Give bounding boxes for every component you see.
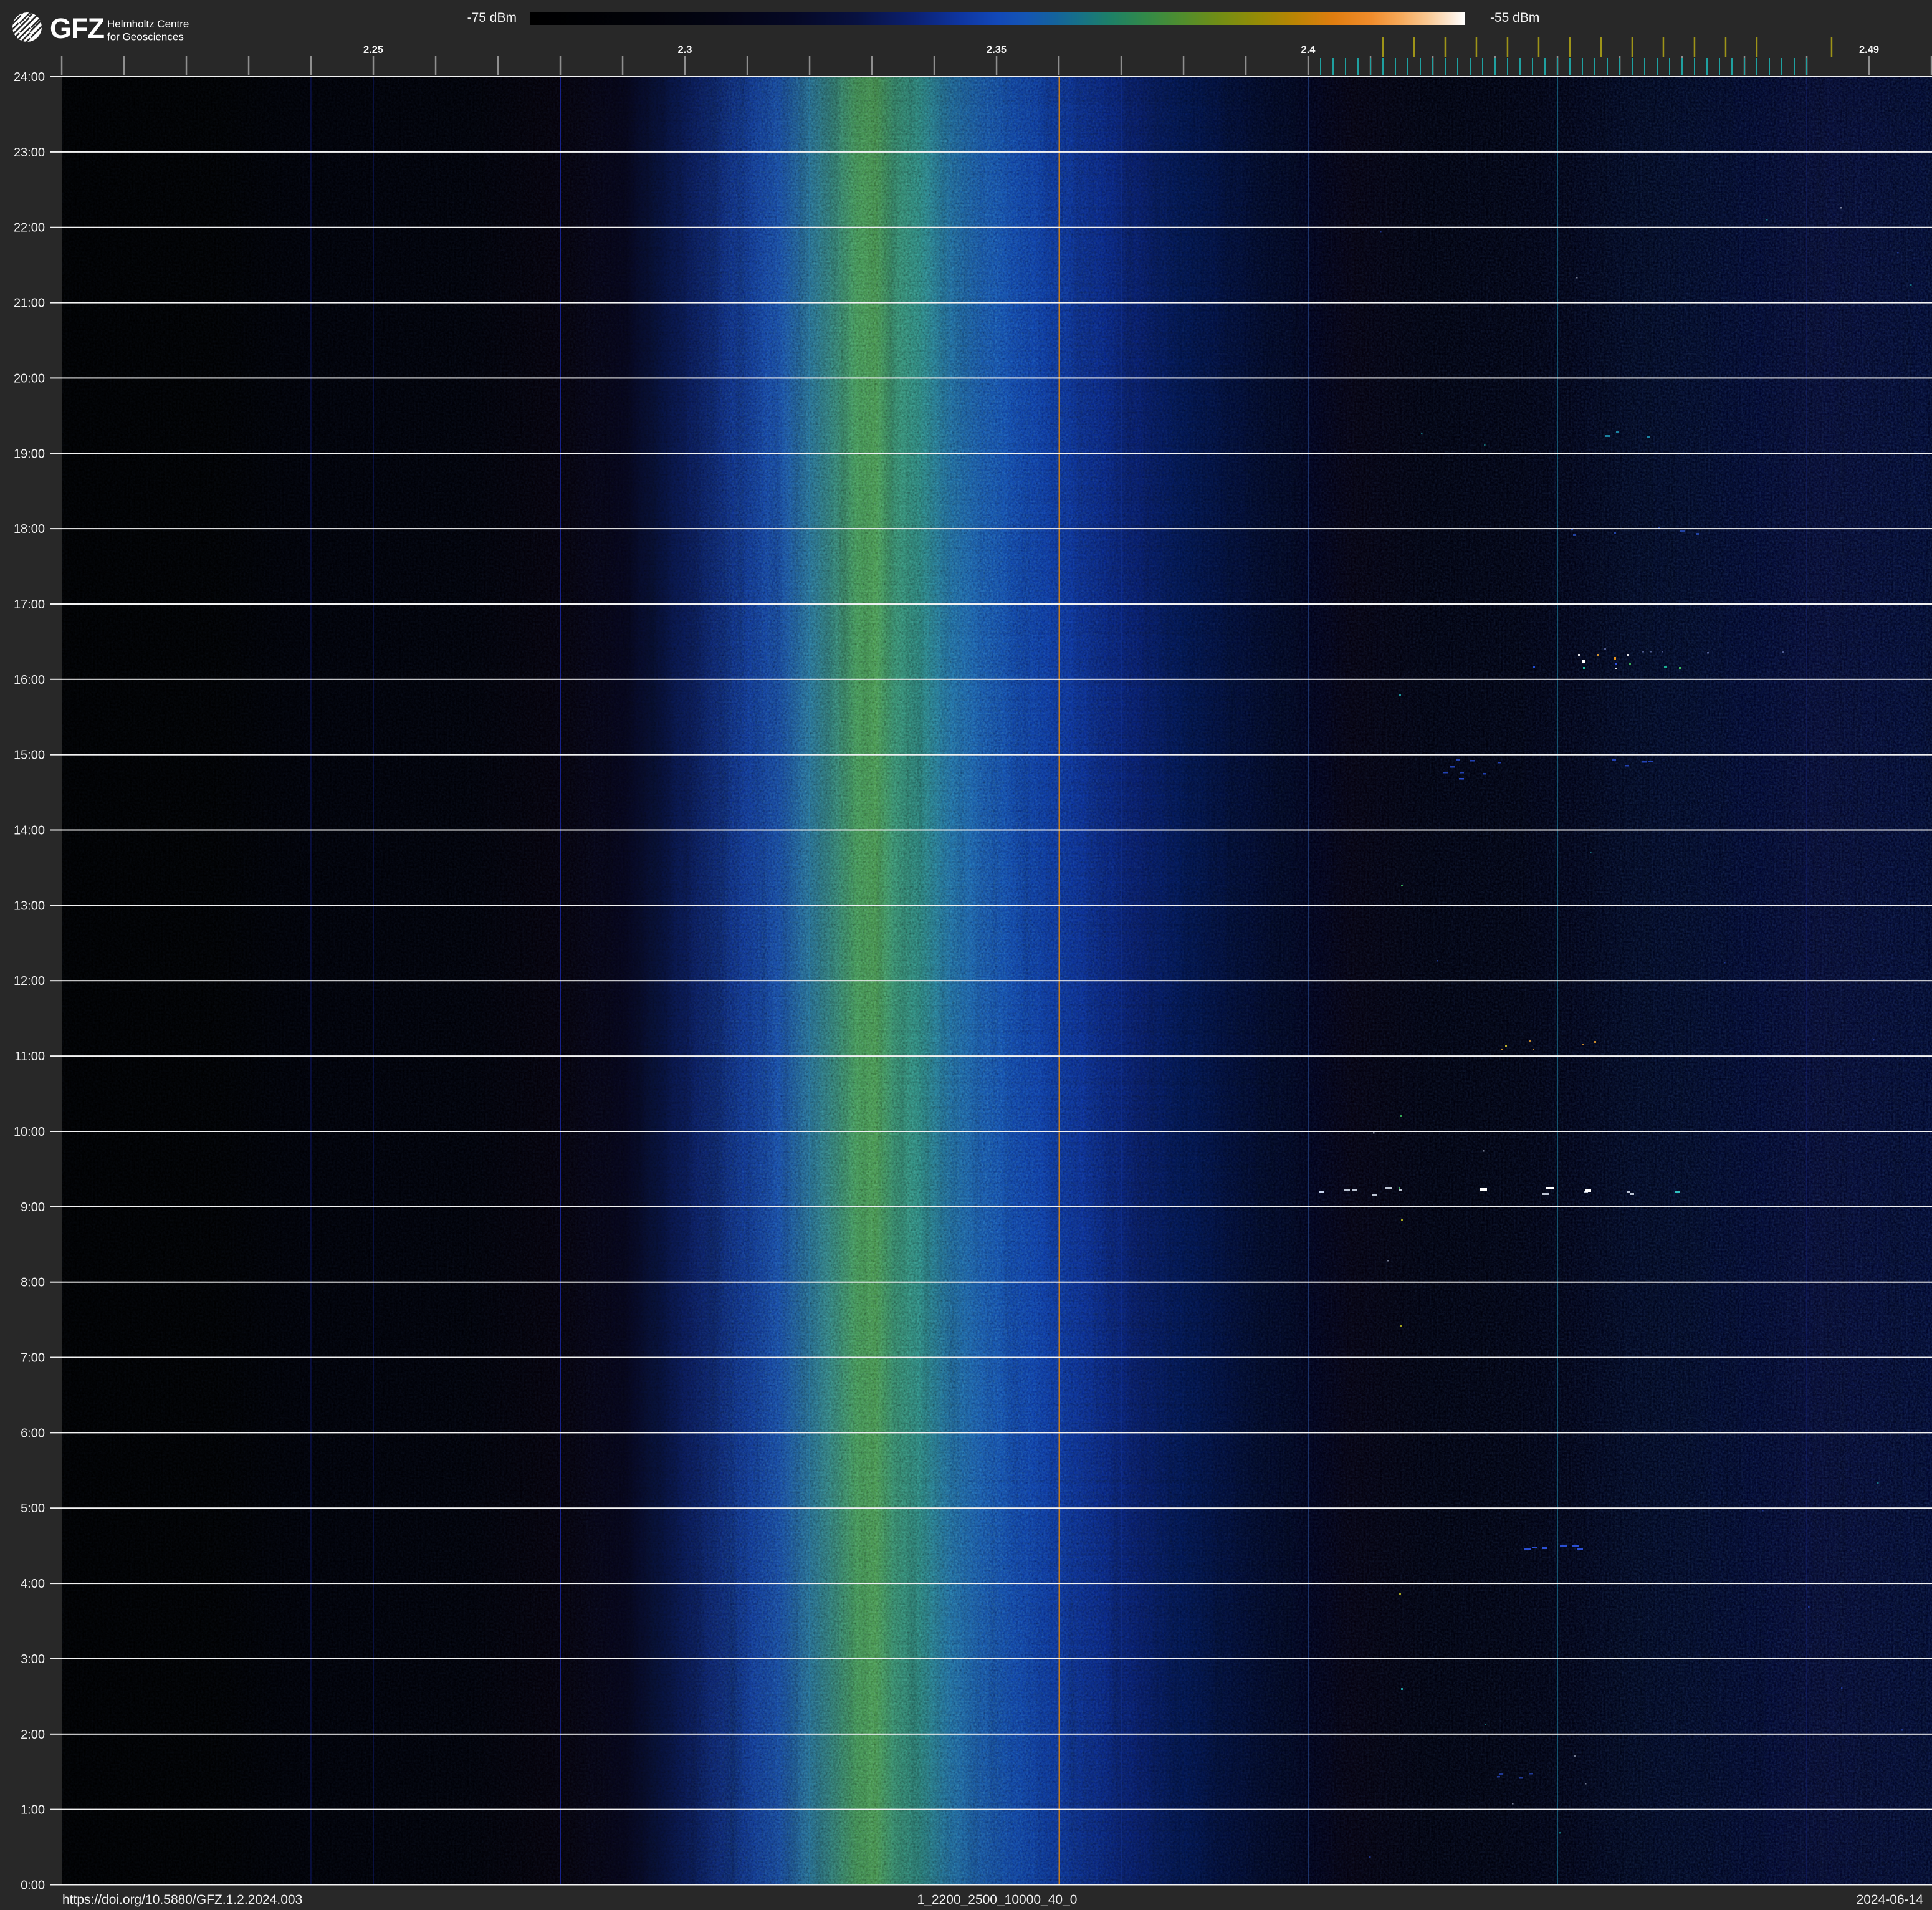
svg-text:for Geosciences: for Geosciences <box>107 31 184 43</box>
svg-text:4:00: 4:00 <box>21 1577 45 1591</box>
svg-text:2.4: 2.4 <box>1301 44 1316 55</box>
svg-text:15:00: 15:00 <box>14 749 45 762</box>
svg-text:7:00: 7:00 <box>21 1351 45 1365</box>
svg-text:8:00: 8:00 <box>21 1276 45 1290</box>
svg-text:2.49: 2.49 <box>1859 44 1879 55</box>
svg-text:13:00: 13:00 <box>14 899 45 913</box>
svg-text:24:00: 24:00 <box>14 70 45 84</box>
svg-text:2024-06-14: 2024-06-14 <box>1857 1893 1924 1907</box>
svg-text:23:00: 23:00 <box>14 146 45 160</box>
svg-text:9:00: 9:00 <box>21 1201 45 1214</box>
svg-text:18:00: 18:00 <box>14 522 45 536</box>
svg-text:0:00: 0:00 <box>21 1879 45 1893</box>
svg-text:14:00: 14:00 <box>14 824 45 838</box>
svg-text:Helmholtz Centre: Helmholtz Centre <box>107 18 189 30</box>
svg-text:16:00: 16:00 <box>14 673 45 687</box>
svg-text:2:00: 2:00 <box>21 1728 45 1742</box>
svg-text:1:00: 1:00 <box>21 1803 45 1817</box>
svg-text:https://doi.org/10.5880/GFZ.1.: https://doi.org/10.5880/GFZ.1.2.2024.003 <box>62 1893 302 1907</box>
svg-text:2.3: 2.3 <box>678 44 692 55</box>
svg-text:21:00: 21:00 <box>14 297 45 310</box>
svg-text:20:00: 20:00 <box>14 372 45 385</box>
svg-text:10:00: 10:00 <box>14 1125 45 1139</box>
svg-text:2.25: 2.25 <box>363 44 383 55</box>
svg-text:3:00: 3:00 <box>21 1653 45 1666</box>
svg-text:2.35: 2.35 <box>987 44 1007 55</box>
svg-text:11:00: 11:00 <box>14 1050 45 1063</box>
svg-text:1_2200_2500_10000_40_0: 1_2200_2500_10000_40_0 <box>917 1893 1078 1907</box>
svg-text:-75 dBm: -75 dBm <box>467 11 517 25</box>
svg-text:22:00: 22:00 <box>14 221 45 235</box>
svg-text:19:00: 19:00 <box>14 447 45 461</box>
svg-text:5:00: 5:00 <box>21 1502 45 1515</box>
svg-text:GFZ: GFZ <box>50 12 104 44</box>
svg-text:12:00: 12:00 <box>14 974 45 988</box>
svg-text:6:00: 6:00 <box>21 1426 45 1440</box>
svg-text:17:00: 17:00 <box>14 598 45 612</box>
svg-text:-55 dBm: -55 dBm <box>1490 11 1539 25</box>
